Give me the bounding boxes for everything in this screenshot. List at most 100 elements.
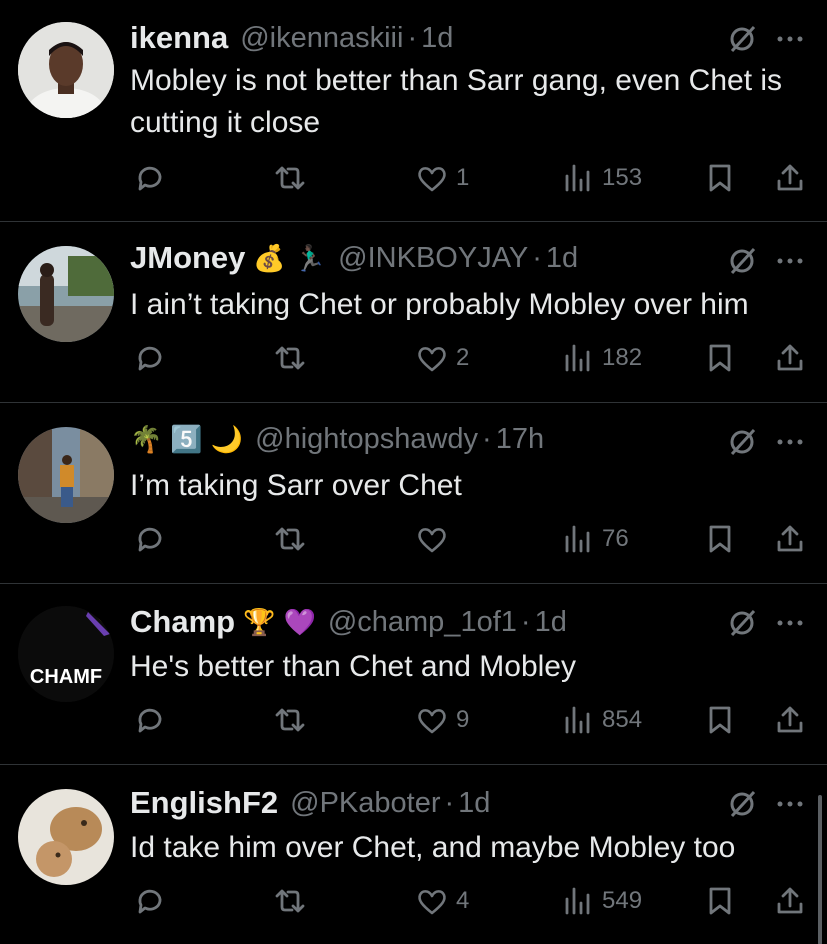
bookmark-button[interactable] [704,160,736,196]
avatar[interactable] [18,246,114,342]
views-button[interactable]: 549 [562,883,642,919]
share-button[interactable] [774,521,806,557]
timestamp[interactable]: 1d [535,606,567,639]
like-button[interactable] [416,521,448,557]
tweet-card[interactable]: EnglishF2 @PKaboter · 1d Id take him ove… [0,765,827,944]
bookmark-button[interactable] [704,521,736,557]
bookmark-icon [709,525,731,553]
purple-heart-emoji: 💜 [283,607,316,637]
tweet-card[interactable]: JMoney 💰 🏃🏿‍♂️ @INKBOYJAY · 1d I ain’t t… [0,222,827,402]
money-bag-emoji: 💰 [253,243,286,273]
tweet-text: I ain’t taking Chet or probably Mobley o… [130,288,749,321]
reply-button[interactable] [134,883,166,919]
like-icon [418,347,446,372]
retweet-button[interactable] [274,521,306,557]
retweet-button[interactable] [274,340,306,376]
like-button[interactable]: 9 [416,702,469,738]
reply-button[interactable] [134,702,166,738]
share-icon [777,344,803,371]
grok-icon[interactable] [727,789,757,819]
tweet-header: ikenna @ikennaskiii · 1d [130,18,803,58]
retweet-button[interactable] [274,702,306,738]
views-button[interactable]: 854 [562,702,642,738]
bookmark-button[interactable] [704,340,736,376]
timestamp[interactable]: 1d [421,22,453,55]
more-icon[interactable] [775,246,805,276]
views-button[interactable]: 76 [562,521,629,557]
bookmark-button[interactable] [704,883,736,919]
more-icon[interactable] [775,24,805,54]
share-button[interactable] [774,702,806,738]
reply-icon [138,346,162,371]
reply-button[interactable] [134,160,166,196]
action-bar: 76 [130,521,810,557]
action-bar: 2 182 [130,340,810,376]
bookmark-button[interactable] [704,702,736,738]
timestamp[interactable]: 1d [458,787,490,820]
reply-button[interactable] [134,521,166,557]
tweet-card[interactable]: 🌴 5️⃣ 🌙 @hightopshawdy · 17h I’m taking … [0,403,827,583]
timestamp[interactable]: 17h [496,423,544,456]
views-button[interactable]: 153 [562,160,642,196]
grok-icon[interactable] [727,608,757,638]
trophy-emoji: 🏆 [243,607,276,637]
like-button[interactable]: 2 [416,340,469,376]
avatar[interactable] [18,22,114,118]
share-button[interactable] [774,340,806,376]
tweet-header: Champ 🏆 💜 @champ_1of1 · 1d [130,602,803,642]
bookmark-icon [709,164,731,192]
like-count: 4 [456,887,470,914]
share-button[interactable] [774,160,806,196]
timestamp[interactable]: 1d [546,242,578,275]
display-name[interactable]: JMoney [130,240,245,276]
views-icon [565,706,590,734]
share-button[interactable] [774,883,806,919]
avatar[interactable] [18,427,114,523]
more-icon[interactable] [775,789,805,819]
retweet-icon [275,889,305,913]
handle[interactable]: @PKaboter [290,787,440,820]
grok-icon[interactable] [727,427,757,457]
action-bar: 4 549 [130,883,810,919]
share-icon [777,887,803,914]
handle[interactable]: @INKBOYJAY [338,242,528,275]
avatar[interactable]: CHAMF [18,606,114,702]
reply-icon [138,527,162,552]
share-icon [777,706,803,733]
tweet-card[interactable]: ikenna @ikennaskiii · 1d Mobley is not b… [0,0,827,221]
retweet-button[interactable] [274,883,306,919]
handle[interactable]: @champ_1of1 [328,606,517,639]
display-name[interactable]: Champ [130,604,235,640]
like-button[interactable]: 4 [416,883,469,919]
retweet-button[interactable] [274,160,306,196]
display-name[interactable]: EnglishF2 [130,785,278,821]
reply-button[interactable] [134,340,166,376]
tweet-header: 🌴 5️⃣ 🌙 @hightopshawdy · 17h [130,419,803,459]
tweet-text: He's better than Chet and Mobley [130,650,576,683]
handle[interactable]: @ikennaskiii [240,22,403,55]
views-button[interactable]: 182 [562,340,642,376]
handle[interactable]: @hightopshawdy [255,423,478,456]
avatar[interactable] [18,789,114,885]
grok-icon[interactable] [727,246,757,276]
action-bar: 1 153 [130,160,810,196]
reply-icon [138,708,162,733]
view-count: 549 [602,887,643,914]
tweet-header: JMoney 💰 🏃🏿‍♂️ @INKBOYJAY · 1d [130,238,803,278]
crescent-moon-emoji: 🌙 [210,424,244,454]
display-name[interactable]: ikenna [130,20,228,56]
tweet-text: Id take him over Chet, and maybe Mobley … [130,831,736,864]
more-icon[interactable] [775,427,805,457]
separator-dot: · [482,422,492,455]
grok-icon[interactable] [727,24,757,54]
bookmark-icon [709,706,731,734]
separator-dot: · [407,21,418,54]
views-icon [565,344,590,372]
separator-dot: · [532,241,542,274]
like-button[interactable]: 1 [416,160,469,196]
share-icon [777,525,803,552]
scrollbar[interactable] [818,795,822,944]
more-icon[interactable] [775,608,805,638]
tweet-card[interactable]: CHAMF Champ 🏆 💜 @champ_1of1 · 1d He's be… [0,584,827,764]
separator-dot: · [520,605,531,638]
